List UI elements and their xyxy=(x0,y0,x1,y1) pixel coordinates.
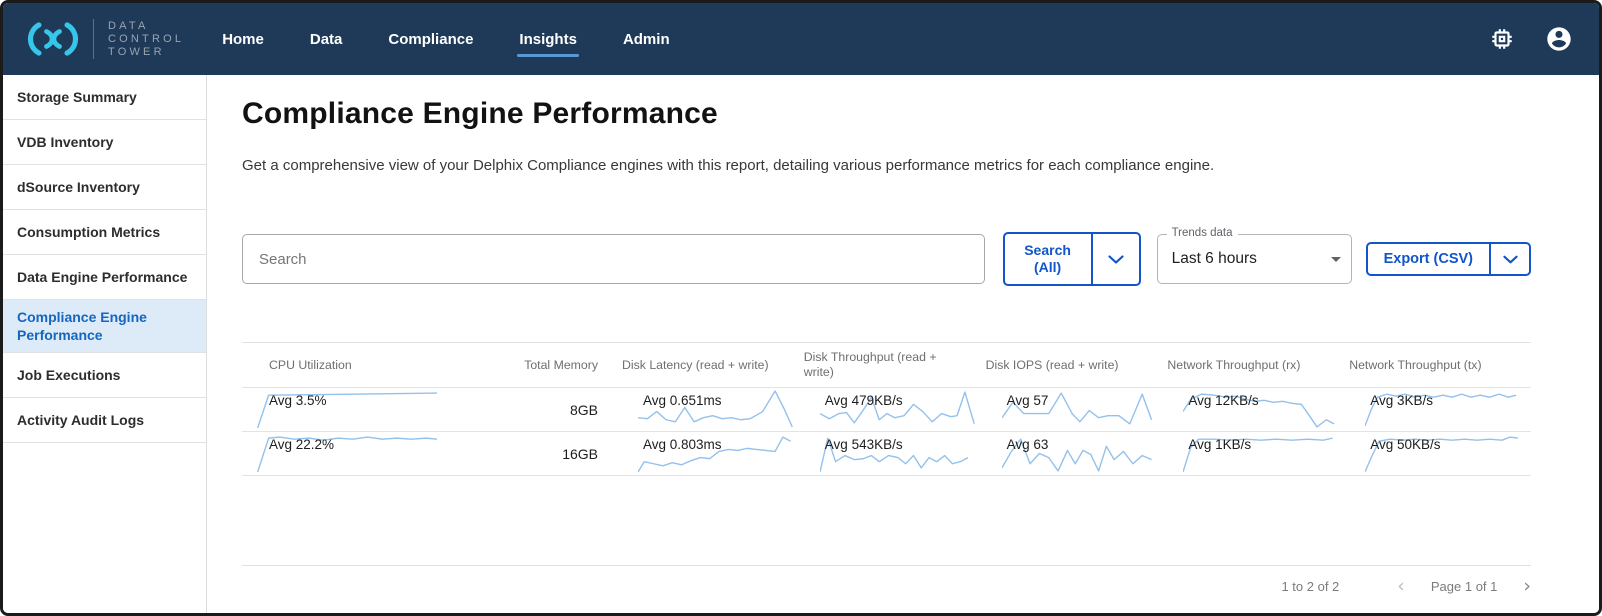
pagination-page-label: Page 1 of 1 xyxy=(1431,579,1498,594)
metric-avg-label: Avg 0.651ms xyxy=(643,393,722,408)
metric-cell-cpu-utilization: Avg 22.2% xyxy=(242,432,457,475)
search-button-label-line1: Search xyxy=(1024,242,1071,259)
prev-page-icon[interactable]: ‹ xyxy=(1397,577,1405,596)
sidebar-item-job-executions[interactable]: Job Executions xyxy=(3,353,206,398)
next-page-icon[interactable]: › xyxy=(1523,577,1531,596)
metric-cell-disk-iops-read-write: Avg 57 xyxy=(986,388,1168,431)
column-header-disk-throughput-read-write: Disk Throughput (read + write) xyxy=(804,343,986,387)
column-header-total-memory: Total Memory xyxy=(457,343,622,387)
metric-cell-network-throughput-tx: Avg 50KB/s xyxy=(1349,432,1531,475)
brand-logo: DATACONTROLTOWER xyxy=(23,19,184,59)
account-icon[interactable] xyxy=(1545,25,1573,53)
sidebar-item-compliance-engine-performance[interactable]: Compliance Engine Performance xyxy=(3,300,206,353)
main-nav: Home Data Compliance Insights Admin xyxy=(222,31,669,48)
metric-cell-network-throughput-rx: Avg 1KB/s xyxy=(1167,432,1349,475)
metric-avg-label: Avg 63 xyxy=(1007,437,1049,452)
metric-avg-label: Avg 57 xyxy=(1007,393,1049,408)
metric-avg-label: Avg 479KB/s xyxy=(825,393,903,408)
export-csv-button[interactable]: Export (CSV) xyxy=(1366,242,1531,276)
metric-avg-label: Avg 22.2% xyxy=(269,437,334,452)
search-options-button[interactable] xyxy=(1093,234,1139,284)
export-button-label: Export (CSV) xyxy=(1384,251,1473,267)
main-content: Compliance Engine Performance Get a comp… xyxy=(207,75,1599,613)
chevron-down-icon xyxy=(1503,255,1518,264)
insights-sidebar: Storage SummaryVDB InventorydSource Inve… xyxy=(3,75,207,613)
logo-wordmark-line: DATA xyxy=(108,20,184,33)
search-input[interactable] xyxy=(242,234,985,284)
compliance-engines-table: CPU UtilizationTotal MemoryDisk Latency … xyxy=(242,342,1531,476)
sidebar-item-activity-audit-logs[interactable]: Activity Audit Logs xyxy=(3,398,206,443)
logo-wordmark-line: CONTROL xyxy=(108,33,184,46)
sidebar-item-data-engine-performance[interactable]: Data Engine Performance xyxy=(3,255,206,300)
metric-avg-label: Avg 50KB/s xyxy=(1370,437,1440,452)
table-toolbar: Search (All) Trends data Last 6 hours xyxy=(242,231,1531,287)
column-header-disk-latency-read-write: Disk Latency (read + write) xyxy=(622,343,804,387)
metric-avg-label: Avg 3KB/s xyxy=(1370,393,1433,408)
metric-avg-label: Avg 12KB/s xyxy=(1188,393,1258,408)
sidebar-item-vdb-inventory[interactable]: VDB Inventory xyxy=(3,120,206,165)
navbar-actions xyxy=(1489,25,1573,53)
total-memory-value: 16GB xyxy=(457,432,622,475)
nav-item-compliance[interactable]: Compliance xyxy=(388,31,473,48)
nav-item-insights[interactable]: Insights xyxy=(519,31,577,48)
chevron-down-icon xyxy=(1108,255,1124,264)
search-button-label-line2: (All) xyxy=(1034,259,1061,276)
nav-item-admin[interactable]: Admin xyxy=(623,31,670,48)
nav-item-data[interactable]: Data xyxy=(310,31,343,48)
metric-cell-disk-throughput-read-write: Avg 543KB/s xyxy=(804,432,986,475)
page-description: Get a comprehensive view of your Delphix… xyxy=(242,155,1531,177)
logo-wordmark: DATACONTROLTOWER xyxy=(108,20,184,59)
metric-cell-network-throughput-tx: Avg 3KB/s xyxy=(1349,388,1531,431)
metric-cell-network-throughput-rx: Avg 12KB/s xyxy=(1167,388,1349,431)
sidebar-item-dsource-inventory[interactable]: dSource Inventory xyxy=(3,165,206,210)
pagination-range: 1 to 2 of 2 xyxy=(1281,579,1339,594)
sidebar-item-storage-summary[interactable]: Storage Summary xyxy=(3,75,206,120)
export-options-button[interactable] xyxy=(1491,244,1529,274)
trends-data-label: Trends data xyxy=(1167,227,1238,239)
metric-cell-cpu-utilization: Avg 3.5% xyxy=(242,388,457,431)
top-navbar: DATACONTROLTOWER Home Data Compliance Insig… xyxy=(3,3,1599,75)
trends-data-value: Last 6 hours xyxy=(1172,250,1257,268)
table-pagination: 1 to 2 of 2 ‹ Page 1 of 1 › xyxy=(242,565,1531,607)
app-window: DATACONTROLTOWER Home Data Compliance Insig… xyxy=(0,0,1602,616)
metric-avg-label: Avg 0.803ms xyxy=(643,437,722,452)
page-title: Compliance Engine Performance xyxy=(242,97,1531,131)
metric-avg-label: Avg 1KB/s xyxy=(1188,437,1251,452)
sidebar-item-consumption-metrics[interactable]: Consumption Metrics xyxy=(3,210,206,255)
metric-avg-label: Avg 543KB/s xyxy=(825,437,903,452)
logo-divider xyxy=(93,19,94,59)
metric-cell-disk-throughput-read-write: Avg 479KB/s xyxy=(804,388,986,431)
column-header-disk-iops-read-write: Disk IOPS (read + write) xyxy=(986,343,1168,387)
search-all-button[interactable]: Search (All) xyxy=(1003,232,1141,286)
nav-item-home[interactable]: Home xyxy=(222,31,264,48)
active-nav-underline xyxy=(517,54,579,57)
table-row: Avg 22.2% 16GB Avg 0.803ms Avg 543KB/s Avg 6… xyxy=(242,432,1531,476)
metric-avg-label: Avg 3.5% xyxy=(269,393,327,408)
metric-cell-disk-iops-read-write: Avg 63 xyxy=(986,432,1168,475)
table-header-row: CPU UtilizationTotal MemoryDisk Latency … xyxy=(242,342,1531,388)
metric-cell-disk-latency-read-write: Avg 0.803ms xyxy=(622,432,804,475)
column-header-network-throughput-tx: Network Throughput (tx) xyxy=(1349,343,1531,387)
table-row: Avg 3.5% 8GB Avg 0.651ms Avg 479KB/s Avg 57 A… xyxy=(242,388,1531,432)
metric-cell-disk-latency-read-write: Avg 0.651ms xyxy=(622,388,804,431)
logo-wordmark-line: TOWER xyxy=(108,46,184,59)
dct-logo-icon xyxy=(23,20,83,58)
chip-icon[interactable] xyxy=(1489,26,1515,52)
column-header-cpu-utilization: CPU Utilization xyxy=(242,343,457,387)
column-header-network-throughput-rx: Network Throughput (rx) xyxy=(1167,343,1349,387)
trends-data-select[interactable]: Trends data Last 6 hours xyxy=(1157,234,1352,284)
total-memory-value: 8GB xyxy=(457,388,622,431)
caret-down-icon xyxy=(1331,257,1341,262)
